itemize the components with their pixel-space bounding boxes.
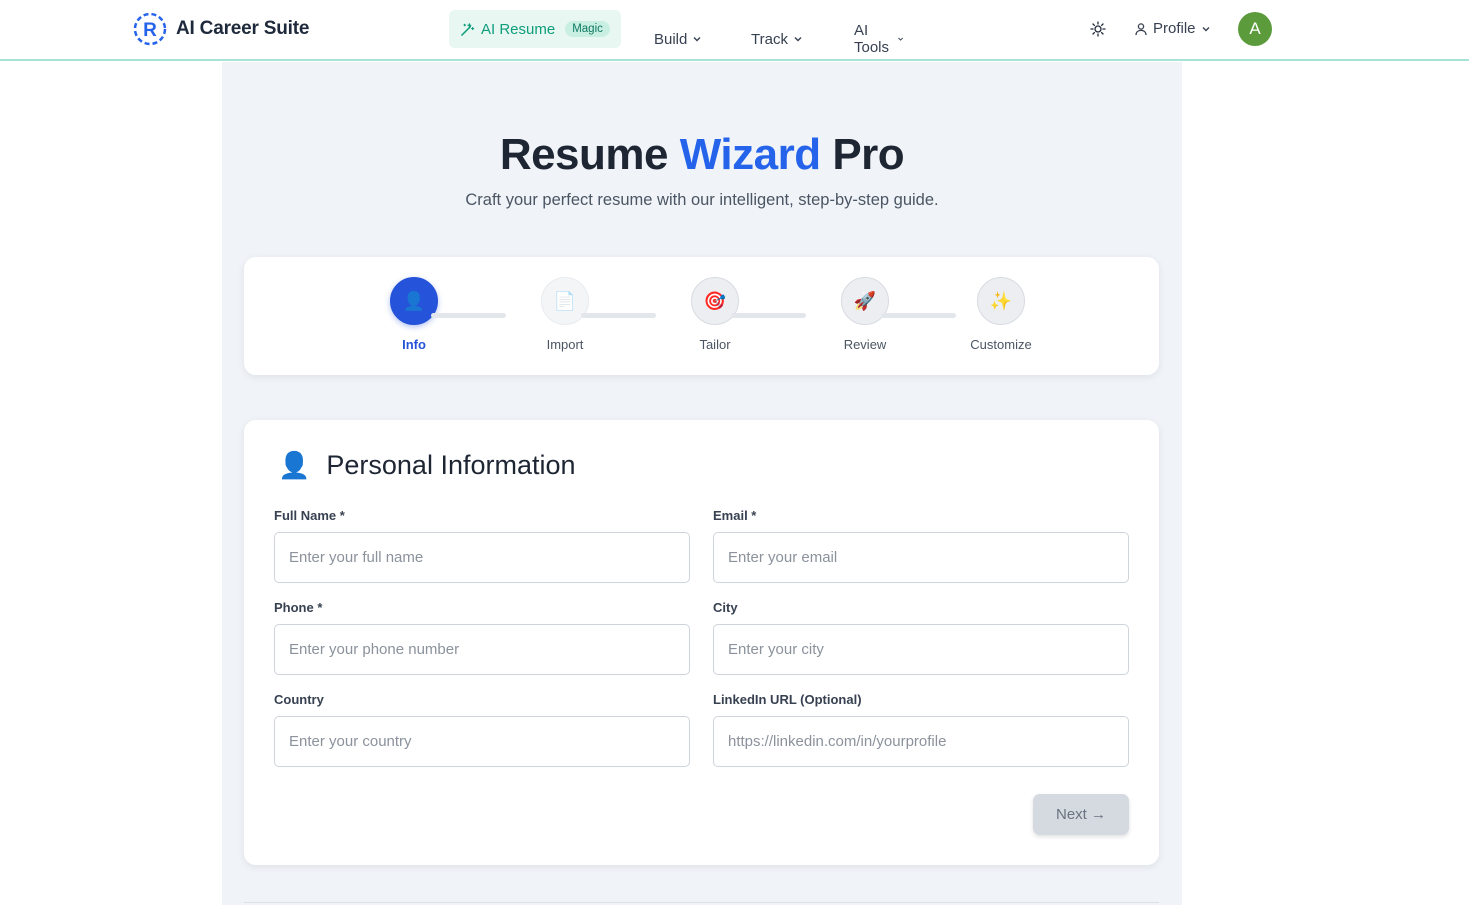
page-title: Resume Wizard Pro [222, 130, 1182, 180]
person-icon: 👤 [278, 450, 311, 480]
sparkles-icon: ✨ [977, 277, 1025, 325]
nav-build[interactable]: Build [654, 20, 702, 58]
step-info-label: Info [402, 337, 426, 352]
email-field: Email * [713, 508, 1129, 583]
title-accent: Wizard [679, 130, 821, 179]
step-customize[interactable]: ✨ Customize [961, 277, 1041, 352]
user-icon [1135, 22, 1147, 35]
city-field: City [713, 600, 1129, 675]
city-label: City [713, 600, 738, 615]
nav-track[interactable]: Track [751, 20, 803, 58]
person-icon: 👤 [390, 277, 438, 325]
nav-ai-resume[interactable]: AI Resume Magic [449, 10, 621, 48]
main-nav: AI Resume Magic Build Track AI Tools [449, 10, 903, 56]
step-customize-label: Customize [970, 337, 1032, 352]
nav-profile[interactable]: Profile [1134, 20, 1211, 37]
brand[interactable]: R AI Career Suite [133, 12, 309, 46]
brand-logo-icon: R [133, 12, 167, 46]
form-header: 👤 Personal Information [278, 450, 576, 481]
page-subtitle: Craft your perfect resume with our intel… [465, 191, 939, 209]
avatar[interactable]: A [1238, 12, 1272, 46]
linkedin-label: LinkedIn URL (Optional) [713, 692, 862, 707]
email-label: Email * [713, 508, 757, 523]
linkedin-input[interactable] [713, 716, 1129, 767]
step-import-label: Import [546, 337, 584, 352]
wizard-stepper: 👤 Info 📄 Import 🎯 Tailor 🚀 Review ✨ Cust… [244, 257, 1159, 375]
chevron-down-icon [1202, 26, 1210, 31]
nav-track-label: Track [751, 30, 788, 48]
city-input[interactable] [713, 624, 1129, 675]
step-review-label: Review [843, 337, 887, 352]
magic-badge: Magic [565, 21, 610, 37]
divider [244, 902, 1159, 903]
country-input[interactable] [274, 716, 690, 767]
phone-field: Phone * [274, 600, 690, 675]
magic-wand-icon [461, 22, 475, 36]
personal-info-form: 👤 Personal Information Full Name * Email… [244, 420, 1159, 865]
phone-input[interactable] [274, 624, 690, 675]
nav-build-label: Build [654, 30, 688, 48]
chevron-down-icon [693, 37, 701, 42]
linkedin-field: LinkedIn URL (Optional) [713, 692, 1129, 767]
nav-ai-tools[interactable]: AI Tools [854, 20, 904, 58]
top-navbar: R AI Career Suite AI Resume Magic Build … [0, 0, 1469, 61]
title-part2: Pro [832, 130, 905, 179]
phone-label: Phone * [274, 600, 323, 615]
main-content: Resume Wizard Pro Craft your perfect res… [222, 62, 1182, 905]
step-connector [881, 313, 956, 318]
title-part1: Resume [499, 130, 669, 179]
email-input[interactable] [713, 532, 1129, 583]
step-connector [731, 313, 806, 318]
nav-ai-tools-label: AI Tools [854, 22, 890, 56]
full-name-label: Full Name * [274, 508, 345, 523]
sun-icon[interactable] [1090, 21, 1106, 37]
full-name-input[interactable] [274, 532, 690, 583]
brand-name: AI Career Suite [176, 18, 310, 39]
country-label: Country [274, 692, 324, 707]
step-tailor-label: Tailor [699, 337, 731, 352]
next-button[interactable]: Next → [1033, 794, 1129, 835]
full-name-field: Full Name * [274, 508, 690, 583]
step-connector [581, 313, 656, 318]
form-title: Personal Information [326, 450, 576, 480]
nav-profile-label: Profile [1153, 20, 1196, 37]
chevron-down-icon [897, 37, 903, 41]
country-field: Country [274, 692, 690, 767]
step-connector [431, 313, 506, 318]
chevron-down-icon [794, 37, 802, 42]
brand-logo-letter: R [143, 20, 157, 41]
nav-ai-resume-label: AI Resume [481, 20, 556, 38]
